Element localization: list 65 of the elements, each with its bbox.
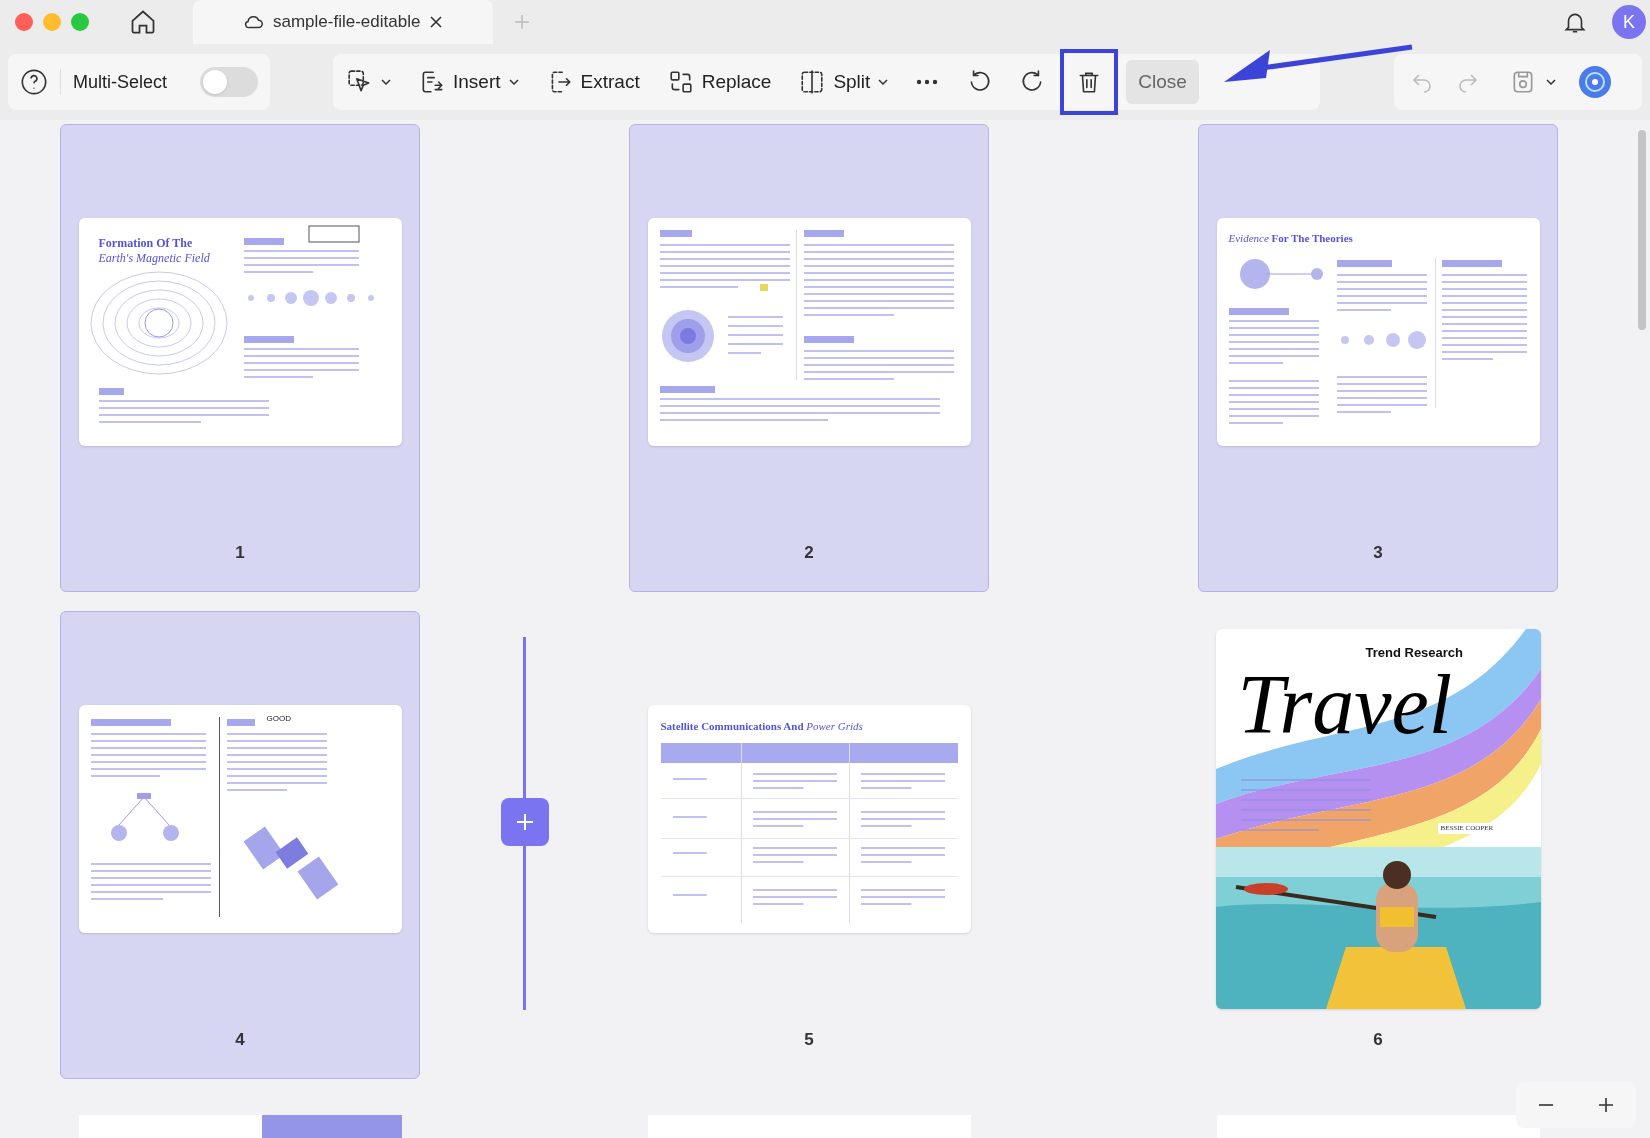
caret-icon	[508, 79, 519, 85]
extract-tool-button[interactable]: Extract	[546, 67, 640, 97]
page-subtitle: Earth's Magnetic Field	[98, 251, 210, 266]
multi-select-toggle[interactable]	[200, 67, 258, 97]
zoom-window-button[interactable]	[71, 13, 89, 31]
help-icon[interactable]	[20, 68, 48, 96]
page-title: Satellite Communications And Power Grids	[660, 719, 864, 734]
note-icon	[759, 284, 768, 291]
page-thumbnail[interactable]: Formation Of The Earth's Magnetic Field	[78, 218, 402, 446]
home-icon[interactable]	[129, 8, 157, 36]
ai-assistant-icon[interactable]	[1578, 65, 1612, 99]
page-card[interactable]: Satellite Communications And Power Grids 5	[629, 611, 989, 1079]
page-card[interactable]: Evidence For The Theories 3	[1198, 124, 1558, 592]
heading-tag	[243, 336, 294, 343]
page-thumbnail[interactable]: Satellite Communications And Power Grids	[647, 705, 971, 933]
heading-tag	[1228, 308, 1289, 315]
heading-tag	[803, 336, 854, 343]
caret-icon	[1546, 79, 1556, 85]
empty-box	[308, 225, 359, 243]
zoom-in-icon[interactable]	[1597, 1096, 1615, 1114]
page-title: Evidence For The Theories	[1228, 231, 1353, 246]
heading-tag	[1336, 260, 1392, 267]
insert-tool-button[interactable]: Insert	[419, 67, 519, 97]
page-number: 4	[235, 1028, 245, 1051]
page-thumbnail[interactable]	[647, 218, 971, 446]
scrollbar[interactable]	[1638, 130, 1646, 330]
document-tab[interactable]: sample-file-editable	[193, 0, 493, 44]
heading-tag	[659, 230, 692, 237]
tab-title: sample-file-editable	[273, 11, 421, 34]
more-tool-button[interactable]	[916, 79, 939, 85]
handwritten-note: GOOD	[266, 713, 291, 725]
split-icon	[799, 69, 826, 95]
satellite-link-drawing	[110, 793, 179, 841]
page-number: 3	[1373, 541, 1383, 564]
more-icon	[916, 79, 939, 85]
insert-page-button[interactable]	[501, 798, 549, 846]
caret-icon	[381, 79, 391, 85]
replace-icon	[667, 69, 694, 95]
heading-tag	[803, 230, 844, 237]
script-title: Travel	[1237, 663, 1453, 747]
multi-select-label: Multi-Select	[73, 70, 168, 94]
heading-tag	[1441, 260, 1502, 267]
page-thumbnail[interactable]: GOOD	[78, 705, 402, 933]
page-number: 1	[235, 541, 245, 564]
close-button[interactable]: Close	[1126, 59, 1199, 105]
page-thumbnail[interactable]: Evidence For The Theories	[1216, 218, 1540, 446]
cover-subtitle: Trend Research	[1365, 644, 1464, 662]
page-number: 5	[804, 1028, 814, 1051]
replace-tool-button[interactable]: Replace	[667, 67, 772, 97]
user-avatar[interactable]: K	[1612, 5, 1646, 39]
page-title: Formation Of The	[98, 236, 194, 251]
split-tool-button[interactable]: Split	[799, 67, 889, 97]
plus-icon	[514, 811, 536, 833]
heading-tag	[226, 719, 255, 726]
heading-tag	[659, 386, 715, 393]
page-card[interactable]: Formation Of The Earth's Magnetic Field 1	[60, 124, 420, 592]
page-number: 6	[1373, 1028, 1383, 1051]
earth-layers-drawing	[661, 310, 714, 362]
page-card[interactable]: 2	[629, 124, 989, 592]
heading-tag	[243, 238, 284, 245]
heading-tag	[98, 388, 124, 395]
close-icon[interactable]	[429, 15, 443, 29]
page-number: 2	[804, 541, 814, 564]
close-window-button[interactable]	[15, 13, 33, 31]
caret-icon	[878, 79, 889, 85]
